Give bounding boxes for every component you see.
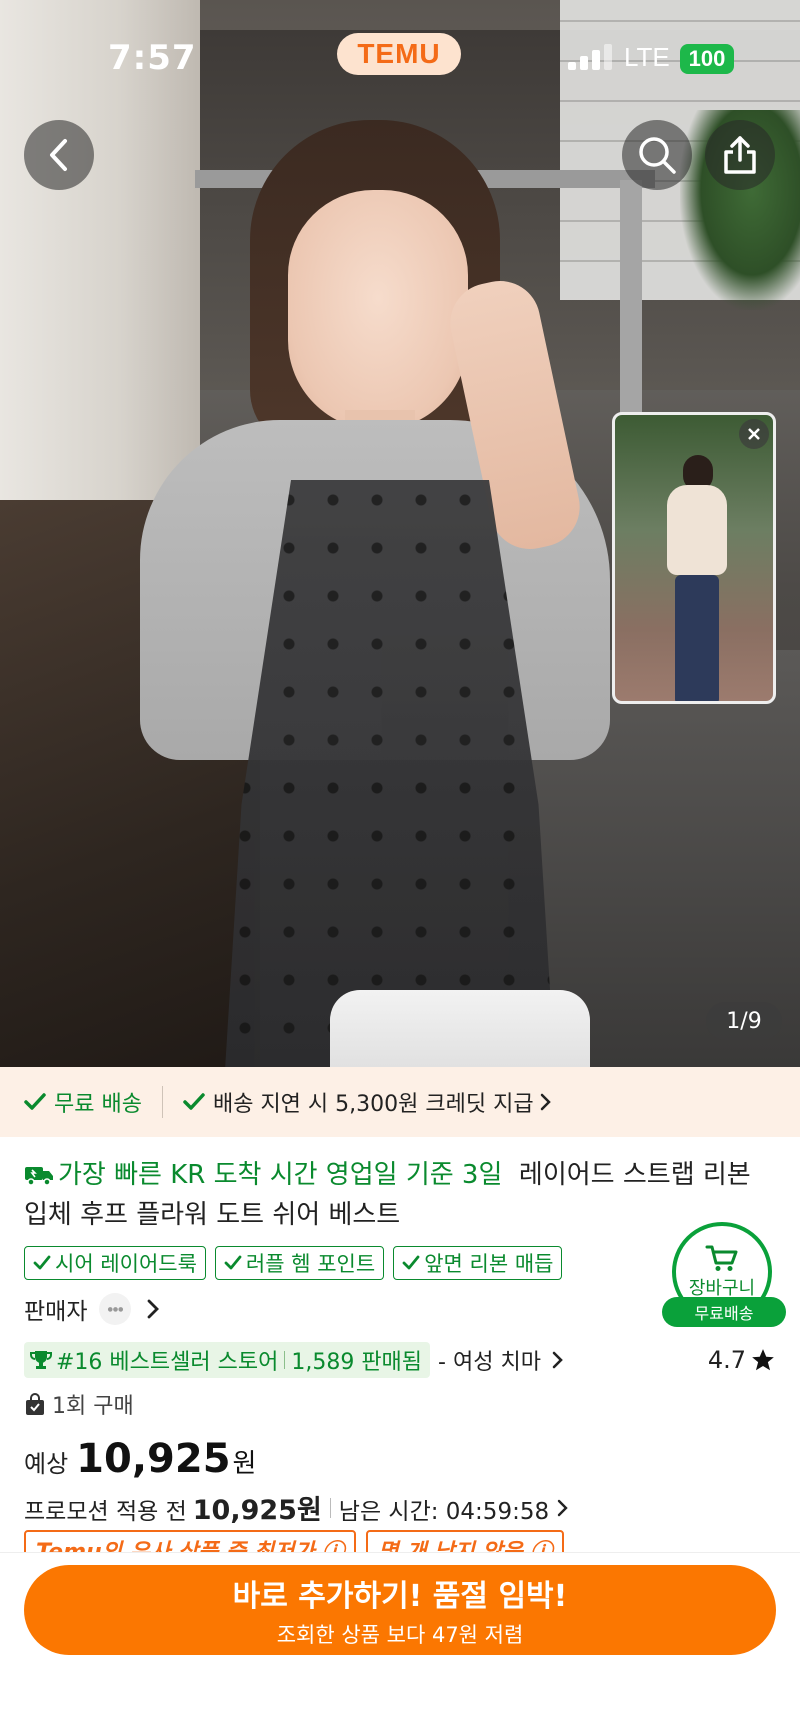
- close-icon: [748, 428, 760, 440]
- feature-tag-label: 시어 레이어드룩: [55, 1252, 197, 1276]
- check-icon: [402, 1255, 420, 1270]
- fast-delivery-label: 가장 빠른 KR 도착 시간 영업일 기준 3일: [58, 1160, 503, 1190]
- time-remaining: 남은 시간: 04:59:58: [338, 1499, 550, 1525]
- delay-credit-label: 배송 지연 시 5,300원 크레딧 지급: [212, 1092, 534, 1117]
- cta-main-label: 바로 추가하기! 품절 임박!: [232, 1579, 568, 1614]
- chevron-right-icon: [557, 1499, 568, 1516]
- cta-sub-label: 조회한 상품 보다 47원 저렴: [276, 1623, 524, 1647]
- thumbnail-figure: [667, 455, 727, 701]
- truck-icon: [25, 1167, 53, 1186]
- promo-tags: Temu의 유사 상품 중 최저가 ⓘ 몇 개 남지 않음 ⓘ: [24, 1530, 565, 1552]
- bestseller-category: - 여성 치마: [438, 1344, 567, 1376]
- price: 예상 10,925 원: [24, 1436, 256, 1482]
- category-label: - 여성 치마: [438, 1350, 541, 1375]
- check-icon: [24, 1093, 46, 1110]
- model-skirt: [330, 990, 590, 1067]
- purchase-count: 1회 구매: [24, 1388, 134, 1420]
- check-icon: [224, 1255, 242, 1270]
- thumbnail-close-button[interactable]: [739, 419, 769, 449]
- image-counter: 1/9: [706, 1002, 782, 1040]
- shopping-bag-icon: [26, 1393, 44, 1415]
- check-icon: [183, 1093, 205, 1110]
- info-icon: ⓘ: [322, 1534, 344, 1552]
- feature-tag: 시어 레이어드룩: [24, 1246, 206, 1280]
- search-icon: [639, 137, 676, 174]
- share-button[interactable]: [705, 120, 775, 190]
- feature-tags: 시어 레이어드룩 러플 헴 포인트 앞면 리본 매듭: [24, 1246, 563, 1280]
- sold-count: 1,589 판매됨: [291, 1350, 423, 1375]
- promo-tag-label: 몇 개 남지 않음: [378, 1534, 522, 1552]
- chevron-left-icon: [50, 139, 67, 171]
- status-time: 7:57: [108, 38, 197, 78]
- feature-tag-label: 러플 헴 포인트: [245, 1252, 376, 1276]
- battery-icon: 100: [680, 44, 734, 74]
- temu-logo-text: TEMU: [357, 38, 441, 69]
- purchase-count-label: 1회 구매: [52, 1394, 134, 1419]
- product-image[interactable]: 7:57 TEMU LTE 100 1/9: [0, 0, 800, 1067]
- model-figure: [130, 120, 630, 1067]
- promo-label: 프로모션 적용 전: [24, 1499, 187, 1525]
- price-unit: 원: [232, 1449, 257, 1479]
- delay-credit[interactable]: 배송 지연 시 5,300원 크레딧 지급: [183, 1086, 554, 1118]
- video-thumbnail[interactable]: [612, 412, 776, 704]
- network-label: LTE: [624, 42, 670, 72]
- check-icon: [33, 1255, 51, 1270]
- model-face: [288, 190, 468, 430]
- price-value: 10,925: [76, 1436, 231, 1482]
- bestseller-badge: #16 베스트셀러 스토어 1,589 판매됨: [24, 1342, 431, 1378]
- bestseller-rank: #16 베스트셀러 스토어: [56, 1350, 279, 1375]
- seller-label: 판매자: [24, 1299, 88, 1325]
- feature-tag: 러플 헴 포인트: [214, 1246, 385, 1280]
- feature-tag-label: 앞면 리본 매듭: [424, 1252, 554, 1276]
- free-shipping: 무료 배송: [24, 1086, 142, 1118]
- bestseller-row[interactable]: #16 베스트셀러 스토어 1,589 판매됨 - 여성 치마 4.7: [24, 1342, 776, 1378]
- search-button[interactable]: [622, 120, 692, 190]
- product-title: 가장 빠른 KR 도착 시간 영업일 기준 3일 레이어드 스트랩 리본 입체 …: [24, 1155, 774, 1235]
- seller-row[interactable]: 판매자 ●●●: [24, 1292, 163, 1326]
- rating[interactable]: 4.7: [708, 1346, 776, 1374]
- promo-value: 10,925원: [192, 1495, 322, 1526]
- trophy-icon: [30, 1351, 52, 1369]
- divider: [161, 1086, 163, 1118]
- cart-icon: [705, 1245, 738, 1271]
- promo-tag[interactable]: 몇 개 남지 않음 ⓘ: [366, 1530, 565, 1552]
- star-icon: [752, 1349, 774, 1371]
- add-to-cart-button[interactable]: 바로 추가하기! 품절 임박! 조회한 상품 보다 47원 저렴: [24, 1565, 776, 1655]
- cart-free-shipping-badge: 무료배송: [662, 1297, 786, 1327]
- temu-logo[interactable]: TEMU: [337, 33, 461, 75]
- seller-avatar: ●●●: [99, 1293, 132, 1325]
- chevron-right-icon: [552, 1351, 563, 1369]
- divider: [329, 1497, 331, 1518]
- promo-tag-label: Temu의 유사 상품 중 최저가: [36, 1534, 314, 1552]
- feature-tag: 앞면 리본 매듭: [393, 1246, 563, 1280]
- info-icon: ⓘ: [530, 1534, 552, 1552]
- rating-value: 4.7: [707, 1346, 746, 1374]
- signal-icon: [568, 44, 612, 70]
- shipping-bar[interactable]: 무료 배송 배송 지연 시 5,300원 크레딧 지급: [0, 1067, 800, 1137]
- free-shipping-label: 무료 배송: [54, 1092, 142, 1117]
- back-button[interactable]: [24, 120, 94, 190]
- bottom-action-bar: 바로 추가하기! 품절 임박! 조회한 상품 보다 47원 저렴: [0, 1552, 800, 1735]
- share-icon: [724, 136, 756, 174]
- promo-info[interactable]: 프로모션 적용 전 10,925원 남은 시간: 04:59:58: [24, 1488, 571, 1527]
- price-prefix: 예상: [24, 1450, 69, 1478]
- chevron-right-icon: [540, 1093, 551, 1111]
- chevron-right-icon: [148, 1299, 160, 1319]
- promo-tag[interactable]: Temu의 유사 상품 중 최저가 ⓘ: [24, 1530, 357, 1552]
